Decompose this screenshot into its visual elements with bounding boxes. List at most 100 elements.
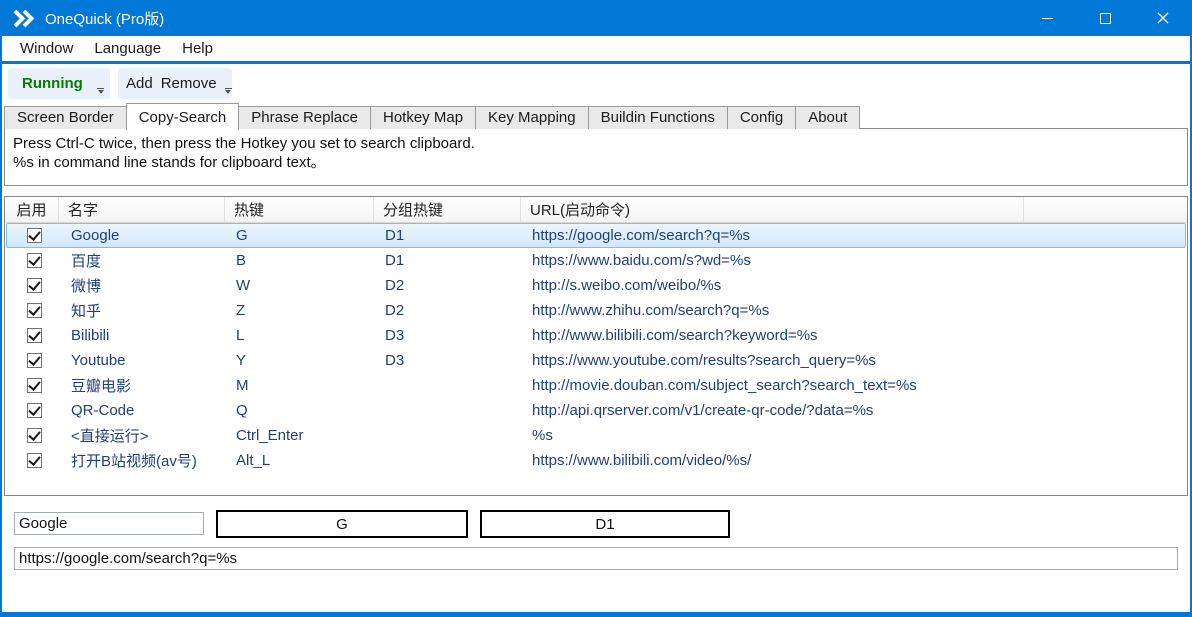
cell-name: Google bbox=[71, 227, 120, 244]
tab-screen-border[interactable]: Screen Border bbox=[4, 106, 127, 129]
table-row[interactable]: 百度 B D1 https://www.baidu.com/s?wd=%s bbox=[6, 248, 1186, 273]
window-border-bottom bbox=[0, 612, 1192, 617]
tab-bar: Screen Border Copy-Search Phrase Replace Ho… bbox=[4, 102, 861, 130]
cell-name: 百度 bbox=[71, 253, 102, 270]
checkbox-icon bbox=[26, 378, 42, 393]
remove-button[interactable]: Remove bbox=[161, 75, 217, 92]
enable-checkbox[interactable] bbox=[7, 278, 61, 293]
name-input[interactable] bbox=[14, 512, 204, 535]
cell-url: %s bbox=[532, 427, 553, 444]
table-row[interactable]: 打开B站视频(av号) Alt_L https://www.bilibili.com… bbox=[6, 448, 1186, 473]
table-row[interactable]: QR-Code Qhttp://api.qrserver.com/v1/creat… bbox=[6, 398, 1186, 423]
toolbar: Running Add Remove bbox=[2, 64, 1190, 102]
app-window: OneQuick (Pro版) Window Language Help Run… bbox=[0, 0, 1192, 617]
maximize-button[interactable] bbox=[1076, 0, 1134, 36]
minimize-button[interactable] bbox=[1018, 0, 1076, 36]
table-body: Google G D1 https://google.com/search?q=%s 百… bbox=[5, 223, 1187, 473]
menu-item-window[interactable]: Window bbox=[10, 40, 83, 57]
checkbox-icon bbox=[26, 228, 42, 243]
cell-name: <直接运行> bbox=[71, 428, 149, 445]
close-icon bbox=[1157, 12, 1169, 24]
table-row[interactable]: 豆瓣电影 Mhttp://movie.douban.com/subject_sea… bbox=[6, 373, 1186, 398]
group-hotkey-button[interactable]: D1 bbox=[480, 510, 730, 538]
cell-group: D2 bbox=[385, 302, 405, 319]
hotkey-button[interactable]: G bbox=[216, 510, 468, 538]
hotkey-table: 启用 名字 热键 分组热键 URL(启动命令) Google G D1 https:/… bbox=[4, 196, 1188, 496]
cell-name: Bilibili bbox=[71, 327, 110, 344]
tab-hotkey-map[interactable]: Hotkey Map bbox=[370, 106, 477, 129]
menu-bar: Window Language Help bbox=[2, 36, 1190, 61]
checkbox-icon bbox=[26, 253, 42, 268]
cell-url: https://www.baidu.com/s?wd=%s bbox=[532, 252, 751, 269]
checkbox-icon bbox=[26, 353, 42, 368]
maximize-icon bbox=[1099, 12, 1111, 24]
cell-group: D1 bbox=[385, 252, 405, 269]
cell-url: http://www.zhihu.com/search?q=%s bbox=[532, 302, 770, 319]
tab-phrase-replace[interactable]: Phrase Replace bbox=[238, 106, 371, 129]
table-row[interactable]: Google G D1 https://google.com/search?q=%s bbox=[6, 223, 1186, 248]
window-border-left bbox=[0, 36, 2, 617]
tab-buildin-functions[interactable]: Buildin Functions bbox=[587, 106, 728, 129]
column-header-enable[interactable]: 启用 bbox=[5, 197, 59, 222]
cell-hotkey: B bbox=[236, 252, 247, 269]
description-panel: Press Ctrl-C twice, then press the Hotke… bbox=[4, 128, 1188, 186]
enable-checkbox[interactable] bbox=[7, 353, 61, 368]
enable-checkbox[interactable] bbox=[7, 328, 61, 343]
dropdown-arrow-icon[interactable] bbox=[97, 87, 104, 94]
cell-group: D1 bbox=[385, 227, 405, 244]
url-input[interactable] bbox=[14, 547, 1178, 570]
checkbox-icon bbox=[26, 453, 42, 468]
table-row[interactable]: Youtube Y D3 https://www.youtube.com/result… bbox=[6, 348, 1186, 373]
cell-hotkey: Ctrl_Enter bbox=[236, 427, 304, 444]
app-logo-double-chevron-icon bbox=[12, 9, 36, 28]
cell-name: 打开B站视频(av号) bbox=[71, 453, 197, 470]
table-row[interactable]: 知乎 Z D2 http://www.zhihu.com/search?q=%s bbox=[6, 298, 1186, 323]
cell-url: https://www.youtube.com/results?search_q… bbox=[532, 352, 876, 369]
table-row[interactable]: 微博 W D2 http://s.weibo.com/weibo/%s bbox=[6, 273, 1186, 298]
enable-checkbox[interactable] bbox=[7, 428, 61, 443]
cell-group: D2 bbox=[385, 277, 405, 294]
enable-checkbox[interactable] bbox=[7, 253, 61, 268]
column-header-hotkey[interactable]: 热键 bbox=[225, 197, 374, 222]
cell-name: 豆瓣电影 bbox=[71, 378, 132, 395]
description-line-1: Press Ctrl-C twice, then press the Hotke… bbox=[13, 135, 475, 152]
column-header-name[interactable]: 名字 bbox=[59, 197, 225, 222]
checkbox-icon bbox=[26, 303, 42, 318]
cell-hotkey: L bbox=[236, 327, 245, 344]
title-bar: OneQuick (Pro版) bbox=[0, 0, 1192, 36]
cell-group: D3 bbox=[385, 352, 405, 369]
cell-hotkey: M bbox=[236, 377, 249, 394]
cell-hotkey: Y bbox=[236, 352, 247, 369]
table-row[interactable]: <直接运行> Ctrl_Enter %s bbox=[6, 423, 1186, 448]
running-button[interactable]: Running bbox=[8, 67, 110, 99]
close-button[interactable] bbox=[1134, 0, 1192, 36]
tab-config[interactable]: Config bbox=[726, 106, 797, 129]
menu-item-language[interactable]: Language bbox=[84, 40, 171, 57]
enable-checkbox[interactable] bbox=[7, 403, 61, 418]
checkbox-icon bbox=[26, 403, 42, 418]
description-line-2: %s in command line stands for clipboard … bbox=[13, 154, 326, 171]
cell-hotkey: W bbox=[236, 277, 251, 294]
add-remove-button: Add Remove bbox=[118, 67, 232, 99]
window-controls bbox=[1018, 0, 1192, 36]
add-button[interactable]: Add bbox=[126, 75, 153, 92]
tab-about[interactable]: About bbox=[795, 106, 861, 129]
checkbox-icon bbox=[26, 278, 42, 293]
enable-checkbox[interactable] bbox=[7, 453, 61, 468]
enable-checkbox[interactable] bbox=[7, 228, 61, 243]
enable-checkbox[interactable] bbox=[7, 303, 61, 318]
minimize-icon bbox=[1041, 17, 1053, 19]
column-header-filler bbox=[1024, 197, 1187, 222]
cell-url: https://www.bilibili.com/video/%s/ bbox=[532, 452, 752, 469]
tab-key-mapping[interactable]: Key Mapping bbox=[475, 106, 589, 129]
column-header-group[interactable]: 分组热键 bbox=[374, 197, 521, 222]
column-header-url[interactable]: URL(启动命令) bbox=[521, 197, 1024, 222]
cell-hotkey: Z bbox=[236, 302, 246, 319]
table-header: 启用 名字 热键 分组热键 URL(启动命令) bbox=[5, 197, 1187, 223]
cell-hotkey: G bbox=[236, 227, 248, 244]
tab-copy-search[interactable]: Copy-Search bbox=[125, 103, 240, 130]
enable-checkbox[interactable] bbox=[7, 378, 61, 393]
menu-item-help[interactable]: Help bbox=[172, 40, 223, 57]
table-row[interactable]: Bilibili L D3 http://www.bilibili.com/searc… bbox=[6, 323, 1186, 348]
dropdown-arrow-icon[interactable] bbox=[224, 87, 232, 94]
